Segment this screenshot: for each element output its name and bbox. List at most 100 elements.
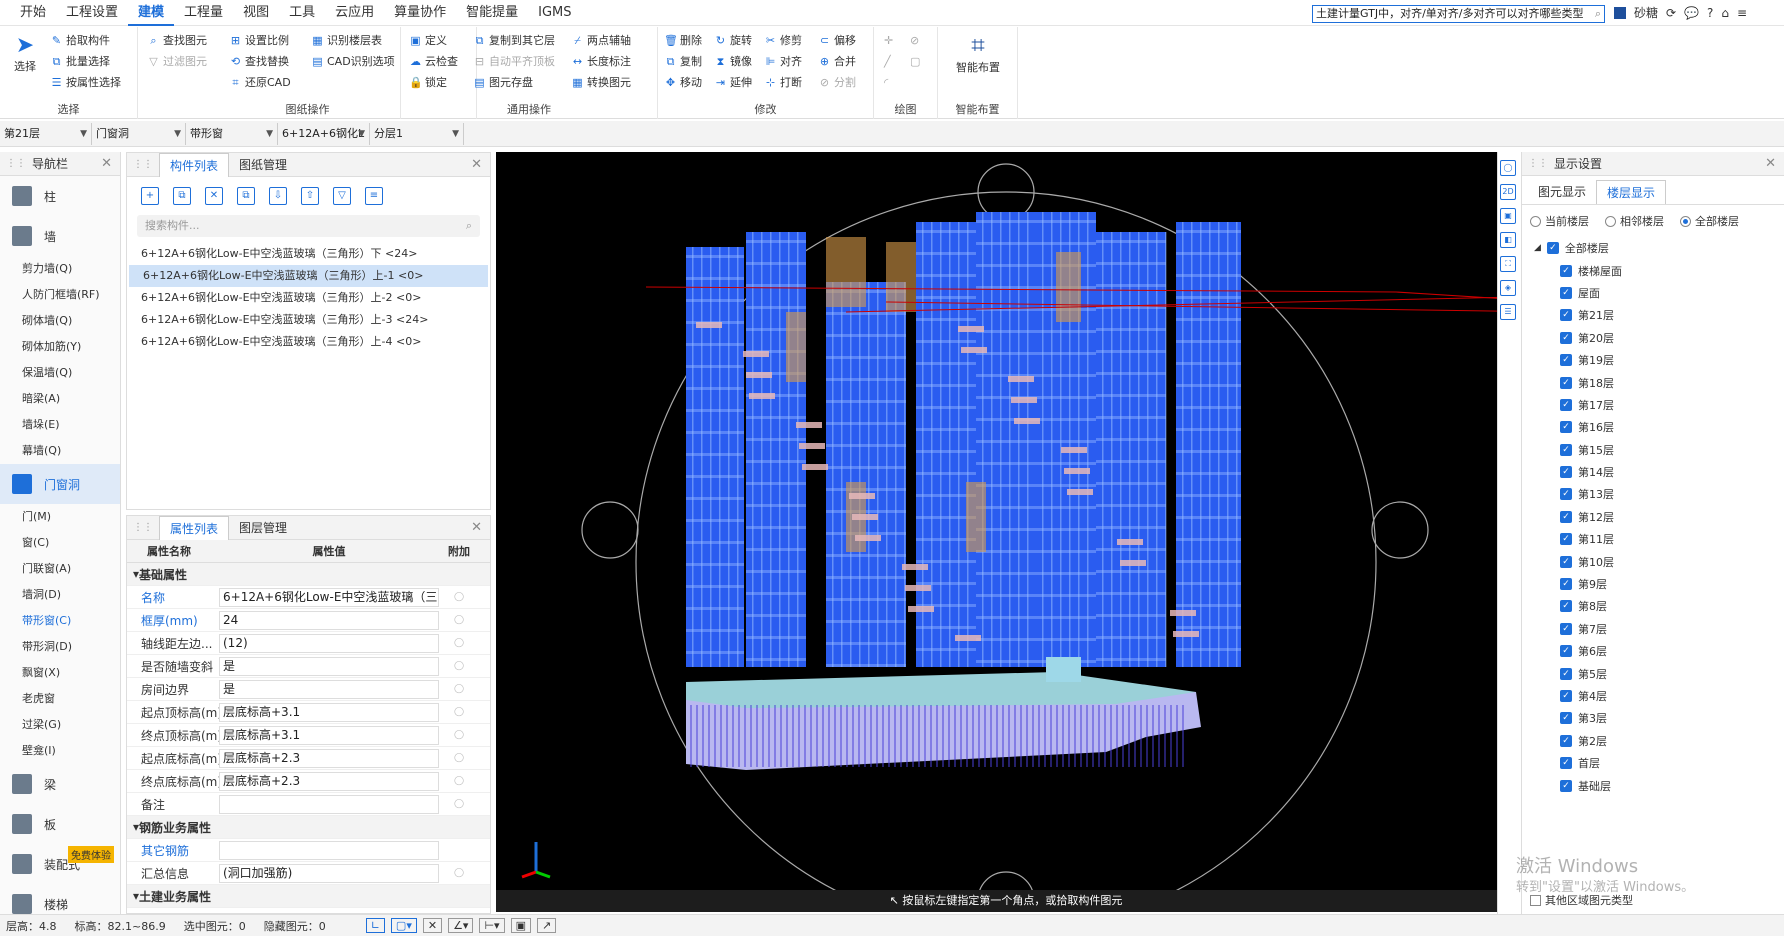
screenshot-icon[interactable]: ▣ <box>510 918 531 933</box>
property-value[interactable]: 24 <box>219 610 439 630</box>
nav-item-masonry-wall[interactable]: 砌体墙(Q) <box>0 308 120 334</box>
merge-button[interactable]: ⊕ 合并 <box>818 52 856 70</box>
tab-element-display[interactable]: 图元显示 <box>1528 180 1596 204</box>
checkbox[interactable]: ✓ <box>1546 242 1559 255</box>
checkbox[interactable]: ✓ <box>1560 757 1572 770</box>
2d-view-icon[interactable]: 2D <box>1500 184 1516 200</box>
find-replace-button[interactable]: ⟲ 查找替换 <box>229 52 289 70</box>
nav-item-bay-window[interactable]: 飘窗(X) <box>0 660 120 686</box>
select-by-attr-button[interactable]: ☰ 按属性选择 <box>50 73 121 91</box>
select-button[interactable]: ➤ 选择 <box>8 33 42 74</box>
angle-icon[interactable]: ∠▾ <box>448 918 474 933</box>
checkbox[interactable]: ✓ <box>1560 331 1572 344</box>
floor-tree-item[interactable]: ✓ 第12层 <box>1522 506 1784 528</box>
filter-element-button[interactable]: ▽ 过滤图元 <box>147 52 207 70</box>
type-select[interactable]: 门窗洞 ▼ <box>92 122 186 145</box>
floor-tree-item[interactable]: ✓ 第5层 <box>1522 662 1784 684</box>
checkbox[interactable]: ✓ <box>1560 645 1572 658</box>
checkbox[interactable]: ✓ <box>1560 690 1572 702</box>
nav-item-door[interactable]: 门(M) <box>0 504 120 530</box>
element-save-button[interactable]: ▤ 图元存盘 <box>473 73 533 91</box>
component-search-input[interactable]: 搜索构件... ⌕ <box>137 215 480 237</box>
floor-tree-item[interactable]: ✓ 第13层 <box>1522 483 1784 505</box>
property-value[interactable]: 层底标高+3.1 <box>219 702 439 722</box>
tab-floor-display[interactable]: 楼层显示 <box>1596 180 1667 204</box>
floor-tree-item[interactable]: ✓ 屋面 <box>1522 282 1784 304</box>
menu-igms[interactable]: IGMS <box>528 0 581 26</box>
attach-checkbox[interactable]: ◯ <box>439 753 479 763</box>
property-value[interactable]: 层底标高+3.1 <box>219 725 439 745</box>
checkbox[interactable]: ✓ <box>1560 510 1572 523</box>
trim-button[interactable]: ✂ 修剪 <box>764 31 802 49</box>
close-icon[interactable]: ✕ <box>101 156 112 171</box>
tree-root-all-floors[interactable]: ◢ ✓ 全部楼层 <box>1522 237 1784 259</box>
floor-tree-item[interactable]: ✓ 第11层 <box>1522 528 1784 550</box>
import-icon[interactable]: ⇩ <box>269 187 287 205</box>
nav-group-slab[interactable]: 板 <box>0 804 120 844</box>
floor-tree-item[interactable]: ✓ 第2层 <box>1522 730 1784 752</box>
checkbox[interactable]: ✓ <box>1560 533 1572 546</box>
checkbox[interactable]: ✓ <box>1560 466 1572 479</box>
orbit-icon[interactable]: ◯ <box>1500 160 1516 176</box>
floor-tree-item[interactable]: ✓ 第15层 <box>1522 439 1784 461</box>
home-icon[interactable]: ⌂ <box>1721 6 1729 20</box>
checkbox[interactable]: ✓ <box>1560 779 1572 792</box>
user-name[interactable]: 砂糖 <box>1634 4 1658 21</box>
avatar[interactable] <box>1614 6 1626 19</box>
section-basic[interactable]: ▾ 基础属性 <box>127 563 490 586</box>
floor-tree-item[interactable]: ✓ 第18层 <box>1522 371 1784 393</box>
nav-item-niche[interactable]: 壁龛(I) <box>0 738 120 764</box>
copy-button[interactable]: ⧉ 复制 <box>664 52 702 70</box>
auto-align-slab-button[interactable]: ⊟ 自动平齐顶板 <box>473 52 555 70</box>
layer-select[interactable]: 分层1 ▼ <box>370 122 464 145</box>
nav-item-shear-wall[interactable]: 剪力墙(Q) <box>0 256 120 282</box>
floor-tree-item[interactable]: ✓ 第3层 <box>1522 707 1784 729</box>
circle-draw-icon[interactable]: ⊘ <box>910 31 919 49</box>
property-value[interactable]: 层底标高+2.3 <box>219 748 439 768</box>
nav-item-insulation-wall[interactable]: 保温墙(Q) <box>0 360 120 386</box>
nav-item-dormer[interactable]: 老虎窗 <box>0 686 120 712</box>
nav-group-prefab[interactable]: 装配式 免费体验 <box>0 844 120 884</box>
checkbox[interactable]: ✓ <box>1560 712 1572 725</box>
move-button[interactable]: ✥ 移动 <box>664 73 702 91</box>
nav-group-column[interactable]: 柱 <box>0 176 120 216</box>
tab-layer-management[interactable]: 图层管理 <box>229 516 297 540</box>
sort-icon[interactable]: ≡ <box>365 187 383 205</box>
property-value[interactable]: 层底标高+2.3 <box>219 771 439 791</box>
pick-component-button[interactable]: ✎ 拾取构件 <box>50 31 110 49</box>
grip-icon[interactable]: ⋮⋮ <box>1528 158 1548 169</box>
floor-select[interactable]: 第21层 ▼ <box>0 122 92 145</box>
checkbox[interactable]: ✓ <box>1560 555 1572 568</box>
menu-cloud[interactable]: 云应用 <box>325 0 384 26</box>
tab-drawing-management[interactable]: 图纸管理 <box>229 153 297 177</box>
list-item[interactable]: 6+12A+6钢化Low-E中空浅蓝玻璃（三角形）上-1 <0> <box>129 265 488 287</box>
grip-icon[interactable]: ⋮⋮ <box>133 522 153 533</box>
delete-component-icon[interactable]: ✕ <box>205 187 223 205</box>
property-value[interactable]: (洞口加强筋) <box>219 863 439 883</box>
fit-view-icon[interactable]: ⛶ <box>1500 256 1516 272</box>
smart-layout-button[interactable]: ⌗ 智能布置 <box>944 31 1012 75</box>
checkbox[interactable]: ✓ <box>1560 622 1572 635</box>
menu-modeling[interactable]: 建模 <box>128 0 175 26</box>
list-item[interactable]: 6+12A+6钢化Low-E中空浅蓝玻璃（三角形）下 <24> <box>127 243 490 265</box>
property-value[interactable] <box>219 794 439 814</box>
floor-tree-item[interactable]: ✓ 第17层 <box>1522 394 1784 416</box>
attach-checkbox[interactable]: ◯ <box>439 799 479 809</box>
floor-tree-item[interactable]: ✓ 首层 <box>1522 752 1784 774</box>
nav-item-window[interactable]: 窗(C) <box>0 530 120 556</box>
ortho-icon[interactable]: ∟ <box>365 918 385 933</box>
tab-property-list[interactable]: 属性列表 <box>159 515 230 540</box>
property-row[interactable]: 框厚(mm) 24 ◯ <box>127 609 490 632</box>
search-icon[interactable]: ⌕ <box>1595 6 1601 22</box>
help-icon[interactable]: ? <box>1707 6 1713 20</box>
attach-checkbox[interactable]: ◯ <box>439 868 479 878</box>
cloud-check-button[interactable]: ☁ 云检查 <box>409 52 458 70</box>
radio-all-floors[interactable]: 全部楼层 <box>1680 213 1739 229</box>
align-button[interactable]: ⊫ 对齐 <box>764 52 802 70</box>
chat-icon[interactable]: 💬 <box>1684 6 1699 20</box>
nav-item-strip-hole[interactable]: 带形洞(D) <box>0 634 120 660</box>
close-icon[interactable]: ✕ <box>1765 156 1776 171</box>
nav-item-masonry-rebar[interactable]: 砌体加筋(Y) <box>0 334 120 360</box>
property-row[interactable]: 起点顶标高(m) 层底标高+3.1 ◯ <box>127 701 490 724</box>
perspective-icon[interactable]: ◧ <box>1500 232 1516 248</box>
